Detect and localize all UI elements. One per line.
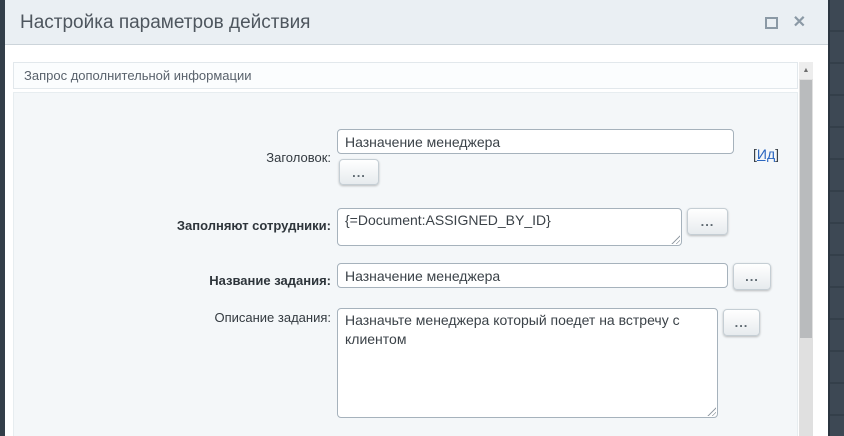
task-description-field-textarea[interactable]: Назначьте менеджера который поедет на вс… [337, 308, 718, 418]
close-icon[interactable]: ✕ [793, 14, 806, 31]
scrollbar-thumb[interactable] [800, 80, 812, 338]
header-field-label: Заголовок: [266, 150, 331, 165]
vertical-scrollbar[interactable]: ▲ [799, 62, 813, 436]
assignees-field-label: Заполняют сотрудники: [176, 218, 331, 233]
form-panel: Заголовок: [Ид] ... Заполняют сотрудники… [13, 92, 798, 436]
assignees-field-textarea[interactable]: {=Document:ASSIGNED_BY_ID} [337, 208, 682, 246]
header-field-dots-button[interactable]: ... [339, 159, 379, 185]
header-field-input[interactable] [337, 129, 734, 154]
assignees-field-dots-button[interactable]: ... [687, 208, 728, 235]
task-name-field-input[interactable] [337, 263, 728, 288]
window-controls: ✕ [764, 0, 806, 45]
scrollbar-up-arrow-icon[interactable]: ▲ [799, 62, 813, 79]
task-description-field-label: Описание задания: [214, 310, 331, 325]
action-settings-dialog: Настройка параметров действия ✕ Запрос д… [5, 0, 828, 436]
screen: Настройка параметров действия ✕ Запрос д… [0, 0, 844, 436]
maximize-icon[interactable] [764, 16, 778, 29]
task-description-field-dots-button[interactable]: ... [723, 309, 760, 336]
page-background-right [828, 0, 844, 436]
dialog-titlebar: Настройка параметров действия ✕ [5, 0, 828, 45]
dialog-title: Настройка параметров действия [20, 12, 311, 33]
id-link-bracket-close: ] [775, 146, 780, 162]
id-link-wrap: [Ид] [753, 146, 779, 162]
section-header: Запрос дополнительной информации [13, 62, 798, 89]
id-link[interactable]: Ид [757, 146, 775, 162]
task-name-field-dots-button[interactable]: ... [733, 263, 771, 290]
task-name-field-label: Название задания: [209, 273, 331, 288]
